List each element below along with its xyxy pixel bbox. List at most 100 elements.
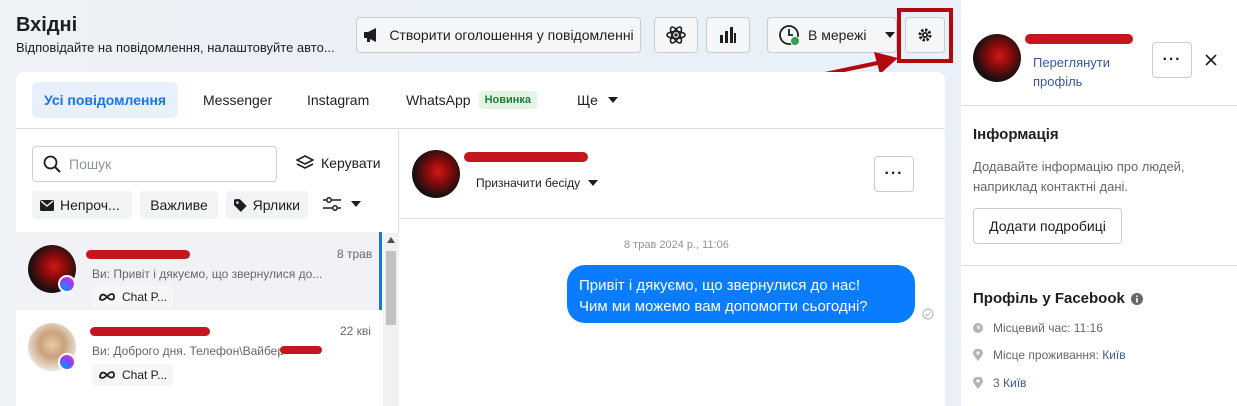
settings-button[interactable] [905,17,945,53]
manage-button[interactable]: Керувати [296,155,381,171]
tab-label: Ще [577,92,598,108]
link-line: профіль [1033,74,1083,89]
page-subtitle: Відповідайте на повідомлення, налаштовуй… [16,40,335,55]
scroll-up-arrow-icon[interactable] [387,237,395,243]
clock-icon [973,323,983,333]
redacted-name [1025,34,1133,44]
filter-label: Важливе [150,197,208,213]
ellipsis-icon: ··· [884,165,904,182]
create-ad-label: Створити оголошення у повідомленні [389,27,634,43]
conversation-date: 22 кві [340,324,371,338]
tab-label: Instagram [307,92,370,108]
row-prefix: 3 [993,376,1000,390]
megaphone-icon [364,28,377,42]
new-badge: Новинка [478,91,538,109]
tab-label: Messenger [203,92,273,108]
create-ad-button[interactable]: Створити оголошення у повідомленні [356,17,641,53]
envelope-icon [40,199,54,211]
tab-all-messages[interactable]: Усі повідомлення [32,82,179,118]
messenger-icon [58,275,76,293]
link-line: Переглянути [1033,55,1111,70]
residence-row: Місце проживання: Київ [973,348,1126,362]
info-description: Додавайте інформацію про людей, наприкла… [973,157,1185,197]
filter-label: Ярлики [252,197,300,213]
add-details-button[interactable]: Додати подробиці [973,208,1122,244]
status-label: В мережі [808,27,867,43]
sent-check-icon [922,308,934,320]
chevron-down-icon [351,201,361,207]
message-timestamp: 8 трав 2024 р., 11:06 [624,239,729,251]
button-label: Додати подробиці [989,218,1106,234]
info-line: наприклад контактні дані. [973,179,1129,194]
chevron-down-icon [884,32,895,38]
close-icon[interactable] [1205,54,1217,66]
conversation-preview: Ви: Привіт і дякуємо, що звернулися до..… [92,267,323,281]
channel-tabs: Усі повідомлення Messenger Instagram Wha… [16,72,945,129]
messenger-icon [58,353,76,371]
redacted-name [86,250,190,259]
filter-unread[interactable]: Непроч... [32,191,132,219]
divider [961,105,1237,106]
local-time-row: Місцевий час: 11:16 [973,321,1103,335]
search-input[interactable]: Пошук [32,146,277,182]
scrollbar-thumb[interactable] [386,251,396,325]
status-dropdown[interactable]: В мережі [767,17,897,53]
conversation-item[interactable]: 8 трав Ви: Привіт і дякуємо, що звернули… [16,232,382,310]
local-time-text: Місцевий час: 11:16 [993,321,1103,335]
avatar [412,150,460,198]
tab-more[interactable]: Ще [565,82,630,118]
residence-link[interactable]: Київ [1102,348,1125,362]
chevron-down-icon [588,180,599,186]
view-profile-link[interactable]: Переглянути профіль [1033,53,1110,91]
online-dot [790,36,800,46]
chat-header: Призначити бесіду ··· [400,129,945,219]
clock-status-icon [778,24,800,46]
inbox-panel: Усі повідомлення Messenger Instagram Wha… [16,72,945,406]
profile-panel: Переглянути профіль ··· Інформація Додав… [961,0,1237,406]
conversation-item[interactable]: 22 кві Ви: Доброго дня. Телефон\Вайбер C… [16,310,382,388]
tab-label: Усі повідомлення [44,92,167,108]
hometown-link[interactable]: Київ [1003,376,1026,390]
chevron-down-icon [607,97,618,103]
chat-view: Призначити бесіду ··· 8 трав 2024 р., 11… [400,129,945,406]
insights-button[interactable] [706,17,750,53]
atom-icon [666,26,686,44]
location-pin-icon [973,377,983,389]
tab-whatsapp[interactable]: WhatsApp Новинка [394,82,549,118]
meta-icon [99,293,115,301]
filter-label: Непроч... [60,197,120,213]
layers-icon [296,155,314,169]
hometown-row: 3 Київ [973,376,1026,390]
page-title: Вхідні [16,14,78,36]
list-scrollbar[interactable] [383,233,399,406]
manage-label: Керувати [321,155,381,171]
tab-instagram[interactable]: Instagram [295,82,381,118]
divider [961,265,1237,266]
redacted-name [90,327,210,336]
filter-labels[interactable]: Ярлики [226,191,308,219]
search-icon [43,155,61,173]
ellipsis-icon: ··· [1162,51,1182,68]
profile-more-button[interactable]: ··· [1152,42,1192,78]
ai-button[interactable] [654,17,698,53]
assign-label: Призначити бесіду [476,176,581,190]
chat-plugin-tag: Chat P... [92,286,174,308]
info-icon[interactable] [1130,292,1143,305]
tag-label: Chat P... [122,290,168,304]
sliders-icon [323,197,341,211]
gear-icon [918,28,932,42]
assign-conversation-dropdown[interactable]: Призначити бесіду [476,176,599,190]
tab-messenger[interactable]: Messenger [191,82,284,118]
bar-chart-icon [720,27,736,43]
filter-important[interactable]: Важливе [140,191,218,219]
conversation-date: 8 трав [337,247,373,261]
more-options-button[interactable]: ··· [874,156,914,192]
conversation-list: Пошук Керувати Непроч... Важливе Ярлики … [16,129,399,406]
message-line: Привіт і дякуємо, що звернулися до нас! [579,277,861,294]
avatar [973,34,1021,82]
info-line: Додавайте інформацію про людей, [973,159,1185,174]
redacted-phone [280,346,322,354]
message-line: Чим ми можемо вам допомогти сьогодні? [579,298,868,315]
residence-label: Місце проживання: [993,348,1099,362]
filter-settings-button[interactable] [323,197,361,211]
